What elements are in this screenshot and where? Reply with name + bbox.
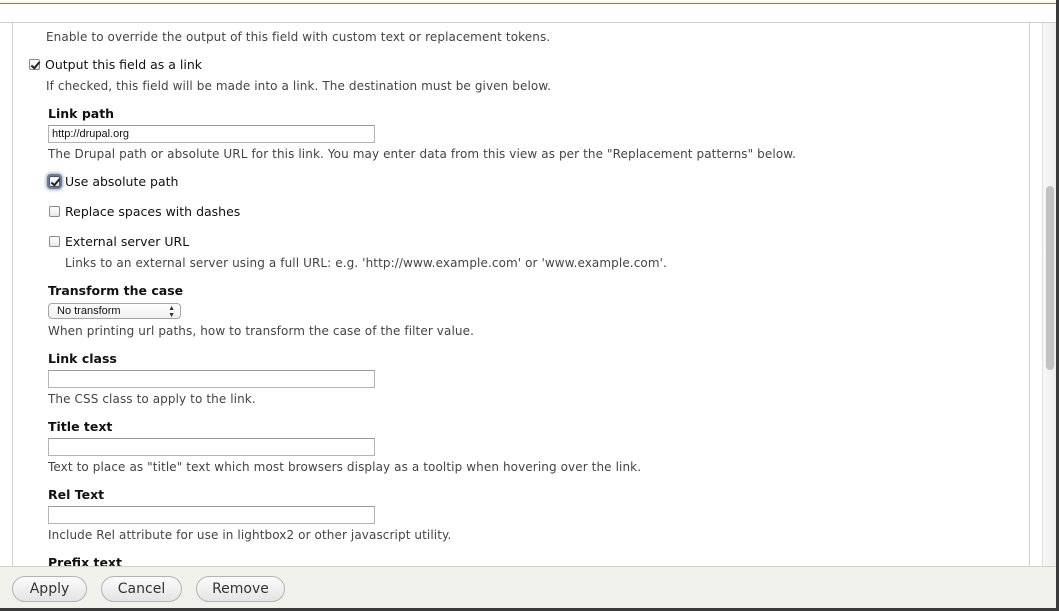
replace-spaces-checkbox[interactable] (49, 206, 60, 217)
vertical-scrollbar[interactable] (1042, 23, 1057, 566)
external-server-label[interactable]: External server URL (65, 234, 189, 249)
replace-spaces-label[interactable]: Replace spaces with dashes (65, 204, 240, 219)
dialog-button-bar: Apply Cancel Remove (0, 566, 1056, 609)
cancel-button[interactable]: Cancel (101, 576, 182, 602)
external-server-option[interactable]: External server URL (49, 234, 189, 249)
transform-case-description: When printing url paths, how to transfor… (48, 324, 474, 338)
external-server-checkbox[interactable] (49, 236, 60, 247)
rel-text-label: Rel Text (48, 487, 105, 502)
link-class-input[interactable] (48, 370, 375, 388)
link-path-input[interactable]: http://drupal.org (48, 125, 375, 143)
use-absolute-path-checkbox[interactable] (49, 176, 60, 187)
output-as-link-description: If checked, this field will be made into… (46, 79, 552, 93)
scrollbar-thumb[interactable] (1046, 186, 1054, 370)
transform-case-label: Transform the case (48, 283, 184, 298)
rewrite-description: Enable to override the output of this fi… (46, 30, 551, 44)
replace-spaces-option[interactable]: Replace spaces with dashes (49, 204, 240, 219)
prefix-text-label: Prefix text (48, 555, 122, 566)
form-scroll-area: Enable to override the output of this fi… (12, 23, 1030, 566)
external-server-description: Links to an external server using a full… (65, 256, 667, 270)
title-text-description: Text to place as "title" text which most… (48, 460, 642, 474)
rel-text-description: Include Rel attribute for use in lightbo… (48, 528, 452, 542)
use-absolute-path-option[interactable]: Use absolute path (49, 174, 178, 189)
link-path-label: Link path (48, 106, 115, 121)
output-as-link-checkbox[interactable] (29, 59, 40, 70)
rel-text-input[interactable] (48, 506, 375, 524)
output-as-link-option[interactable]: Output this field as a link (29, 57, 202, 72)
use-absolute-path-label[interactable]: Use absolute path (65, 174, 178, 189)
remove-button[interactable]: Remove (196, 576, 285, 602)
title-text-input[interactable] (48, 438, 375, 456)
output-as-link-label[interactable]: Output this field as a link (45, 57, 202, 72)
views-field-config-dialog: Enable to override the output of this fi… (0, 0, 1059, 611)
link-class-description: The CSS class to apply to the link. (48, 392, 256, 406)
dialog-header (0, 4, 1056, 23)
transform-case-select[interactable]: No transform ▲ ▼ (48, 303, 181, 319)
select-arrows-icon: ▲ ▼ (168, 305, 175, 319)
apply-button[interactable]: Apply (12, 576, 87, 602)
transform-case-selected: No transform (57, 305, 121, 317)
link-path-description: The Drupal path or absolute URL for this… (48, 147, 796, 161)
title-text-label: Title text (48, 419, 113, 434)
link-class-label: Link class (48, 351, 117, 366)
